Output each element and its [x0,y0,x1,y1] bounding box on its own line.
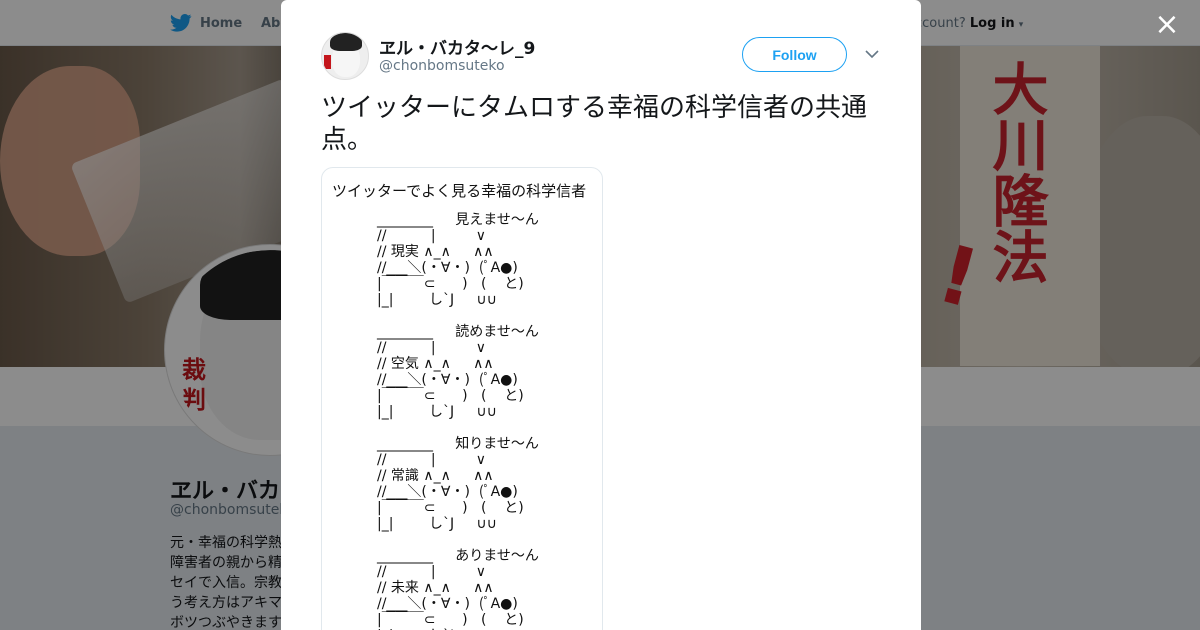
ascii-art-line: ________ ありませ～ん [377,548,539,564]
media-title: ツイッターでよく見る幸福の科学信者 [332,182,587,200]
avatar-hair [330,33,362,51]
ascii-art-line: |￣￣￣⊂ ) ( と) [377,612,524,628]
ascii-art-line: ________ 見えませ～ん [377,212,539,228]
ascii-art-line: // | ∨ [377,340,486,356]
ascii-art-line: |_| し`J ∪∪ [377,292,497,308]
ascii-art-phrase: ありませ～ん [455,548,539,564]
ascii-art-line: |_| し`J ∪∪ [377,404,497,420]
ascii-art-line: // 常識 ∧_∧ ∧∧ [377,468,494,484]
ascii-art-line: // | ∨ [377,228,486,244]
ascii-art-phrase: 見えませ～ん [455,212,539,228]
tweet-modal: ヱル・バカタ～レ_9 @chonbomsuteko Follow ツイッターにタ… [281,0,921,630]
author-name[interactable]: ヱル・バカタ～レ_9 [379,34,535,59]
author-avatar[interactable] [321,32,369,80]
ascii-art-line: // 現実 ∧_∧ ∧∧ [377,244,494,260]
ascii-art-line: //___＼(・∀・) (ﾟA●) [377,372,518,388]
ascii-art-block: ________ 知りませ～ん// | ∨// 常識 ∧_∧ ∧∧//___＼(… [377,436,602,540]
ascii-art-line: |￣￣￣⊂ ) ( と) [377,500,524,516]
ascii-art-line: // | ∨ [377,564,486,580]
ascii-art-block: ________ 読めませ～ん// | ∨// 空気 ∧_∧ ∧∧//___＼(… [377,324,602,428]
ascii-art-line: // 未来 ∧_∧ ∧∧ [377,580,494,596]
follow-button[interactable]: Follow [742,37,847,72]
ascii-art-line: ________ 読めませ～ん [377,324,539,340]
ascii-art-line: // 空気 ∧_∧ ∧∧ [377,356,494,372]
ascii-art-phrase: 読めませ～ん [455,324,539,340]
close-button[interactable]: × [1152,10,1182,40]
ascii-art-phrase: 知りませ～ん [455,436,539,452]
more-options-button[interactable] [862,44,882,64]
ascii-art-line: |_| し`J ∪∪ [377,516,497,532]
tweet-media-image[interactable]: ツイッターでよく見る幸福の科学信者 ________ 見えませ～ん// | ∨ /… [321,167,603,630]
ascii-art-line: |￣￣￣⊂ ) ( と) [377,388,524,404]
ascii-art-line: ________ 知りませ～ん [377,436,539,452]
ascii-art-line: //___＼(・∀・) (ﾟA●) [377,260,518,276]
chevron-down-icon [865,50,879,59]
avatar-mark [324,55,331,69]
ascii-art-line: //___＼(・∀・) (ﾟA●) [377,484,518,500]
ascii-art-line: // | ∨ [377,452,486,468]
ascii-art-block: ________ ありませ～ん// | ∨// 未来 ∧_∧ ∧∧//___＼(… [377,548,602,630]
tweet-text: ツイッターにタムロする幸福の科学信者の共通点。 [321,93,868,155]
ascii-art-line: //___＼(・∀・) (ﾟA●) [377,596,518,612]
ascii-art-block: ________ 見えませ～ん// | ∨// 現実 ∧_∧ ∧∧//___＼(… [377,212,602,316]
ascii-art-line: |￣￣￣⊂ ) ( と) [377,276,524,292]
author-handle[interactable]: @chonbomsuteko [379,58,505,74]
